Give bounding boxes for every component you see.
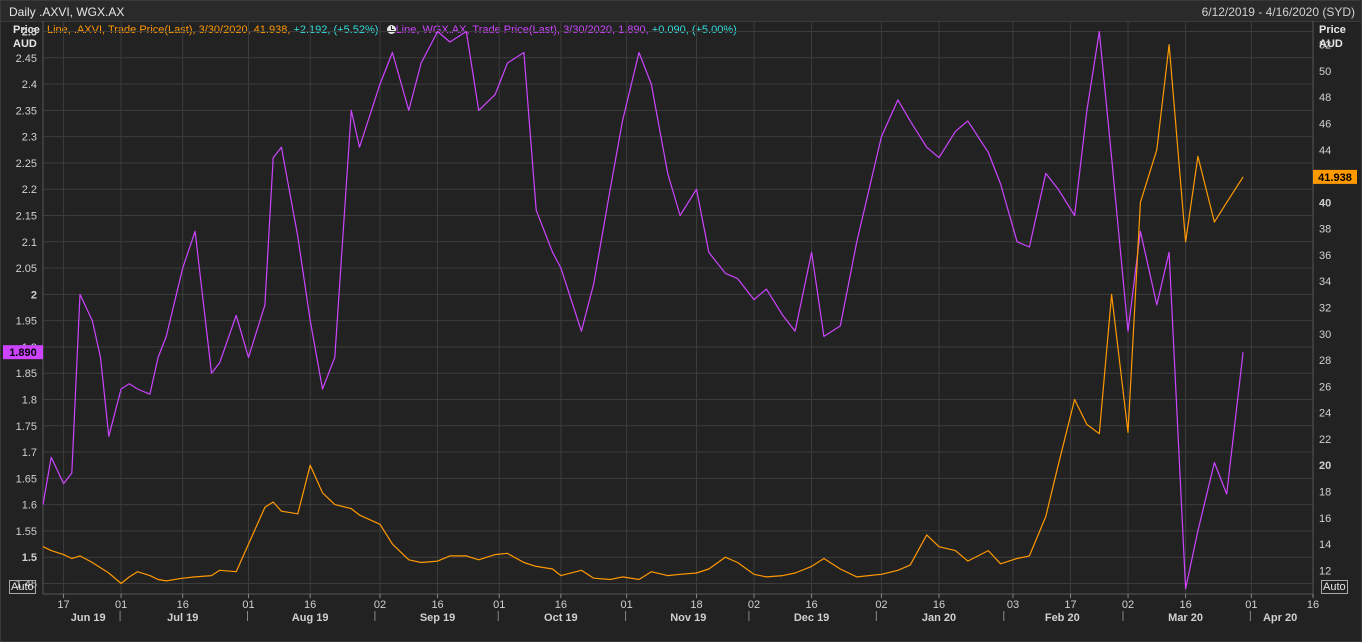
x-month-label: Jan 20	[922, 612, 956, 624]
y-right-tick-label: 46	[1319, 119, 1331, 131]
y-right-tick-label: 26	[1319, 381, 1331, 393]
y-left-tick-label: 1.8	[22, 394, 37, 406]
x-tick-label: 17	[1064, 599, 1076, 611]
y-left-tick-label: 1.6	[22, 500, 37, 512]
y-left-tick-label: 2.45	[16, 53, 37, 65]
x-tick-label: 02	[875, 599, 887, 611]
x-tick-label: 01	[242, 599, 254, 611]
y-right-tick-label: 20	[1319, 460, 1331, 472]
y-left-tick-label: 1.55	[16, 526, 37, 538]
y-left-tick-label: 1.95	[16, 316, 37, 328]
y-left-tick-label: 2.25	[16, 158, 37, 170]
x-tick-label: 16	[1307, 599, 1319, 611]
x-month-label: Apr 20	[1263, 612, 1297, 624]
y-left-tick-label: 1.65	[16, 473, 37, 485]
x-tick-label: 18	[690, 599, 702, 611]
y-left-tick-label: 2.4	[22, 79, 37, 91]
x-tick-label: 16	[1179, 599, 1191, 611]
y-right-tick-label: 30	[1319, 329, 1331, 341]
x-tick-label: 01	[620, 599, 632, 611]
y-left-tick-label: 2.1	[22, 237, 37, 249]
x-tick-label: 02	[748, 599, 760, 611]
x-tick-label: 16	[431, 599, 443, 611]
x-tick-label: 16	[555, 599, 567, 611]
y-left-tick-label: 2.05	[16, 263, 37, 275]
x-month-label: Jun 19	[71, 612, 106, 624]
y-right-tick-label: 48	[1319, 92, 1331, 104]
y-left-tick-label: 1.85	[16, 368, 37, 380]
y-left-tick-label: 2.3	[22, 132, 37, 144]
x-tick-label: 01	[1245, 599, 1257, 611]
x-month-label: Dec 19	[794, 612, 829, 624]
y-right-tick-label: 12	[1319, 565, 1331, 577]
y-right-tick-label: 18	[1319, 486, 1331, 498]
x-month-label: Aug 19	[292, 612, 329, 624]
x-tick-label: 01	[115, 599, 127, 611]
auto-scale-left-button[interactable]: Auto	[9, 580, 36, 594]
x-month-label: Oct 19	[544, 612, 578, 624]
y-right-tick-label: 34	[1319, 276, 1331, 288]
chart-window: Daily .AXVI, WGX.AX 6/12/2019 - 4/16/202…	[0, 0, 1362, 642]
y-left-tick-label: 2.2	[22, 184, 37, 196]
x-tick-label: 02	[374, 599, 386, 611]
y-left-tick-label: 2.5	[22, 27, 37, 39]
y-right-tick-label: 16	[1319, 513, 1331, 525]
y-right-tick-label: 38	[1319, 224, 1331, 236]
y-left-tick-label: 2.35	[16, 105, 37, 117]
x-month-label: Feb 20	[1045, 612, 1080, 624]
y-left-tick-label: 2	[31, 289, 37, 301]
series-line-axvi	[42, 44, 1244, 585]
x-month-label: Sep 19	[420, 612, 455, 624]
last-value-label-right: 41.938	[1318, 172, 1352, 184]
auto-scale-right-button[interactable]: Auto	[1321, 580, 1348, 594]
y-right-tick-label: 44	[1319, 145, 1331, 157]
y-left-tick-label: 1.7	[22, 447, 37, 459]
y-right-tick-label: 36	[1319, 250, 1331, 262]
y-left-tick-label: 2.15	[16, 211, 37, 223]
x-month-label: Jul 19	[167, 612, 198, 624]
y-left-tick-label: 1.75	[16, 421, 37, 433]
x-month-label: Nov 19	[670, 612, 706, 624]
y-right-tick-label: 32	[1319, 303, 1331, 315]
y-right-tick-label: 50	[1319, 66, 1331, 78]
y-right-tick-label: 24	[1319, 408, 1331, 420]
x-tick-label: 16	[805, 599, 817, 611]
x-month-label: Mar 20	[1168, 612, 1203, 624]
y-right-tick-label: 22	[1319, 434, 1331, 446]
x-tick-label: 03	[1007, 599, 1019, 611]
y-right-tick-label: 28	[1319, 355, 1331, 367]
x-tick-label: 16	[177, 599, 189, 611]
y-right-tick-label: 52	[1319, 40, 1331, 52]
chart-plot[interactable]: 17 01 16 01 16 02 16 01 16 01 18 02 16 02 16 03 17 02 16 01…	[1, 1, 1361, 641]
x-tick-label: 02	[1122, 599, 1134, 611]
last-value-label-left: 1.890	[9, 347, 37, 359]
x-tick-label: 01	[493, 599, 505, 611]
y-right-tick-label: 40	[1319, 197, 1331, 209]
y-right-tick-label: 14	[1319, 539, 1331, 551]
x-tick-label: 17	[57, 599, 69, 611]
x-tick-label: 16	[304, 599, 316, 611]
y-left-tick-label: 1.5	[22, 552, 37, 564]
x-tick-label: 16	[933, 599, 945, 611]
